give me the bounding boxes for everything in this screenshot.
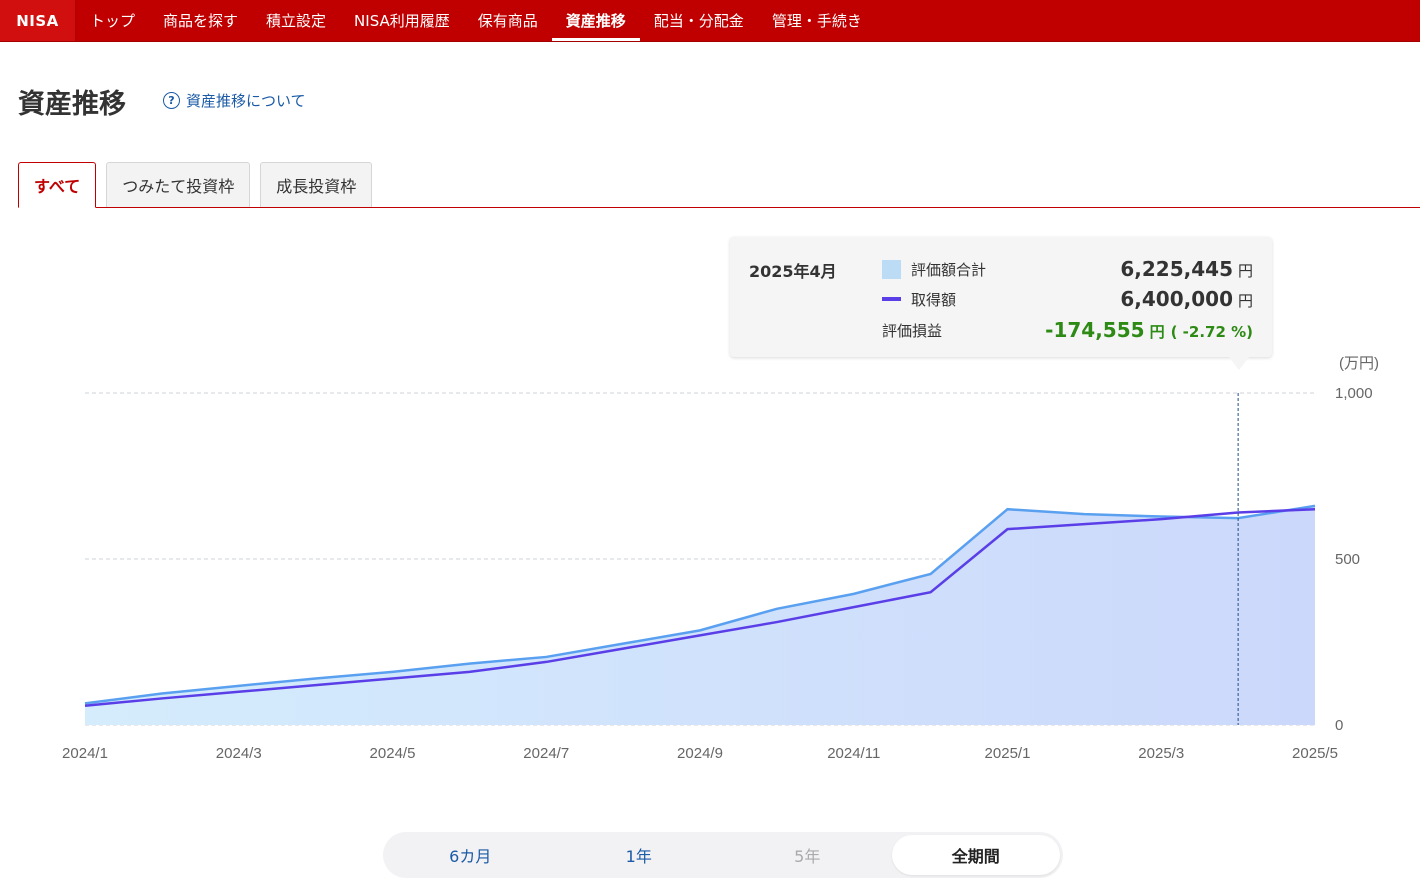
tooltip-valuation-row: 評価額合計 6,225,445 円 (882, 257, 1253, 281)
period-6months-button[interactable]: 6カ月 (386, 835, 555, 875)
tooltip-valuation-label: 評価額合計 (911, 260, 987, 279)
top-nav: NISA トップ 商品を探す 積立設定 NISA利用履歴 保有商品 資産推移 配… (0, 0, 1420, 42)
x-tick-label: 2024/7 (523, 745, 569, 762)
page-title: 資産推移 (18, 89, 126, 120)
help-link[interactable]: ? 資産推移について (163, 90, 306, 111)
tab-growth[interactable]: 成長投資枠 (260, 162, 373, 207)
question-circle-icon: ? (163, 92, 180, 109)
tooltip-month: 2025年4月 (749, 262, 837, 281)
tooltip-valuation-unit: 円 (1237, 262, 1253, 280)
nav-item-nisa-history[interactable]: NISA利用履歴 (340, 0, 464, 41)
y-tick-label: 1,000 (1335, 385, 1373, 402)
tooltip-arrow (1229, 357, 1249, 370)
chart-tooltip: 2025年4月 評価額合計 6,225,445 円 取得額 6,400,000 円 … (730, 237, 1272, 357)
tooltip-gain-pct: ( -2.72 %) (1170, 323, 1253, 341)
x-tick-label: 2024/11 (827, 745, 880, 762)
nav-item-dividends[interactable]: 配当・分配金 (640, 0, 758, 41)
x-tick-label: 2024/5 (370, 745, 416, 762)
tab-underline (18, 207, 1420, 208)
period-all-button[interactable]: 全期間 (891, 835, 1060, 875)
tooltip-cost-row: 取得額 6,400,000 円 (882, 287, 1253, 311)
cost-swatch-icon (882, 297, 901, 301)
x-tick-label: 2025/3 (1138, 745, 1184, 762)
y-unit-label: (万円) (1339, 355, 1379, 372)
y-tick-label: 0 (1335, 717, 1343, 734)
nav-item-recurring-settings[interactable]: 積立設定 (252, 0, 340, 41)
tooltip-cost-unit: 円 (1237, 292, 1253, 310)
tooltip-cost-label: 取得額 (911, 290, 957, 309)
nav-items: トップ 商品を探す 積立設定 NISA利用履歴 保有商品 資産推移 配当・分配金… (76, 0, 876, 41)
valuation-swatch-icon (882, 259, 901, 279)
tooltip-gain-unit: 円 (1149, 323, 1165, 341)
nav-item-holdings[interactable]: 保有商品 (464, 0, 552, 41)
tooltip-gain-value: -174,555 (1045, 318, 1145, 342)
nav-item-top[interactable]: トップ (76, 0, 149, 41)
nav-item-management[interactable]: 管理・手続き (758, 0, 876, 41)
valuation-area (85, 505, 1315, 725)
tooltip-valuation-value: 6,225,445 (1120, 257, 1233, 281)
tab-tsumitate[interactable]: つみたて投資枠 (106, 162, 251, 207)
period-1year-button[interactable]: 1年 (555, 835, 724, 875)
tooltip-cost-value: 6,400,000 (1120, 287, 1233, 311)
nisa-logo[interactable]: NISA (0, 0, 76, 41)
nav-item-asset-trend[interactable]: 資産推移 (551, 0, 640, 41)
period-selector: 6カ月 1年 5年 全期間 (383, 832, 1063, 878)
account-tabs: すべて つみたて投資枠 成長投資枠 (18, 162, 373, 208)
y-tick-label: 500 (1335, 551, 1360, 568)
x-tick-label: 2025/1 (985, 745, 1031, 762)
tab-all[interactable]: すべて (18, 162, 97, 208)
x-tick-label: 2025/5 (1292, 745, 1338, 762)
x-tick-label: 2024/3 (216, 745, 262, 762)
x-tick-label: 2024/1 (62, 745, 108, 762)
tooltip-gain-row: 評価損益 -174,555 円 ( -2.72 %) (882, 318, 1253, 342)
help-link-label: 資産推移について (186, 92, 306, 110)
nav-item-search-products[interactable]: 商品を探す (149, 0, 252, 41)
x-tick-label: 2024/9 (677, 745, 723, 762)
tooltip-gain-label: 評価損益 (882, 321, 943, 340)
period-5years-button: 5年 (794, 847, 821, 866)
